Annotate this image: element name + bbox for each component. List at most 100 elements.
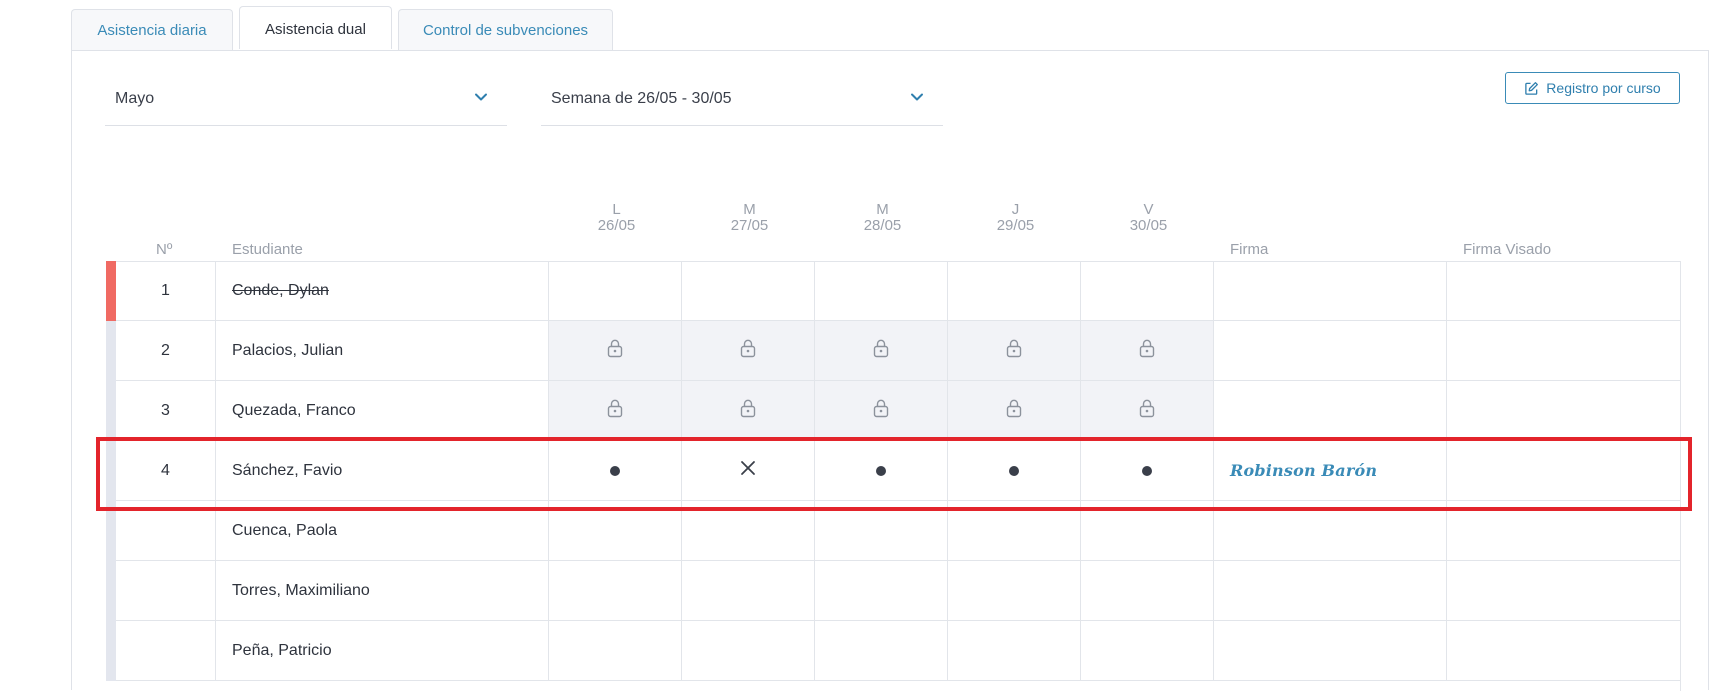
present-dot-icon xyxy=(1142,465,1152,476)
attendance-cell[interactable] xyxy=(815,501,948,560)
day-letter: V xyxy=(1143,201,1154,218)
attendance-cell xyxy=(1081,381,1214,440)
attendance-cell xyxy=(549,321,682,380)
attendance-cell[interactable] xyxy=(948,441,1081,500)
signature-text: Robinson Barón xyxy=(1230,461,1378,480)
row-indicator xyxy=(106,621,116,681)
row-number xyxy=(116,561,216,620)
day-letter: M xyxy=(743,201,756,218)
header-day-1: L 26/05 xyxy=(550,202,683,234)
firma-visado-cell[interactable] xyxy=(1447,381,1681,440)
header-day-4: J 29/05 xyxy=(949,202,1082,234)
absent-x-icon xyxy=(740,460,756,481)
attendance-cell xyxy=(815,321,948,380)
firma-visado-cell[interactable] xyxy=(1447,561,1681,620)
attendance-cell[interactable] xyxy=(682,261,815,320)
lock-icon xyxy=(872,398,890,423)
attendance-cell[interactable] xyxy=(549,561,682,620)
table-row: Peña, Patricio xyxy=(106,621,1681,681)
firma-visado-cell[interactable] xyxy=(1447,621,1681,680)
table-row: Cuenca, Paola xyxy=(106,501,1681,561)
attendance-cell[interactable] xyxy=(1081,561,1214,620)
lock-icon xyxy=(1005,338,1023,363)
header-student: Estudiante xyxy=(232,241,303,258)
student-name: Peña, Patricio xyxy=(216,621,549,680)
attendance-cell[interactable] xyxy=(815,261,948,320)
attendance-cell[interactable] xyxy=(1081,621,1214,680)
registro-por-curso-button[interactable]: Registro por curso xyxy=(1505,72,1680,104)
table-row: 2 Palacios, Julian xyxy=(106,321,1681,381)
student-name: Cuenca, Paola xyxy=(216,501,549,560)
attendance-cell[interactable] xyxy=(815,621,948,680)
header-firma-visado: Firma Visado xyxy=(1463,241,1552,258)
student-name: Quezada, Franco xyxy=(216,381,549,440)
row-indicator xyxy=(106,501,116,561)
firma-cell[interactable] xyxy=(1214,561,1447,620)
month-select[interactable]: Mayo xyxy=(105,56,507,126)
attendance-cell[interactable] xyxy=(682,501,815,560)
firma-cell[interactable] xyxy=(1214,321,1447,380)
row-indicator xyxy=(106,441,116,501)
attendance-cell[interactable] xyxy=(815,561,948,620)
day-date: 30/05 xyxy=(1129,217,1168,234)
table-row: 3 Quezada, Franco xyxy=(106,381,1681,441)
lock-icon xyxy=(739,398,757,423)
day-date: 27/05 xyxy=(730,217,769,234)
attendance-cell[interactable] xyxy=(682,441,815,500)
firma-visado-cell[interactable] xyxy=(1447,441,1681,500)
attendance-cell[interactable] xyxy=(682,621,815,680)
attendance-cell[interactable] xyxy=(1081,441,1214,500)
tab-asistencia-dual[interactable]: Asistencia dual xyxy=(239,6,392,49)
registro-por-curso-label: Registro por curso xyxy=(1546,80,1661,96)
firma-cell[interactable] xyxy=(1214,501,1447,560)
attendance-cell[interactable] xyxy=(948,501,1081,560)
attendance-cell xyxy=(948,381,1081,440)
tab-control-subvenciones[interactable]: Control de subvenciones xyxy=(398,9,613,50)
attendance-cell[interactable] xyxy=(549,621,682,680)
attendance-cell[interactable] xyxy=(549,501,682,560)
student-name: Palacios, Julian xyxy=(216,321,549,380)
attendance-cell[interactable] xyxy=(948,561,1081,620)
week-select[interactable]: Semana de 26/05 - 30/05 xyxy=(541,56,943,126)
row-number: 4 xyxy=(116,441,216,500)
attendance-cell[interactable] xyxy=(1081,261,1214,320)
day-letter: J xyxy=(1011,201,1020,218)
firma-cell[interactable] xyxy=(1214,621,1447,680)
attendance-cell xyxy=(682,381,815,440)
attendance-cell[interactable] xyxy=(948,261,1081,320)
tab-asistencia-diaria[interactable]: Asistencia diaria xyxy=(71,9,233,50)
row-number: 2 xyxy=(116,321,216,380)
attendance-cell xyxy=(1081,321,1214,380)
lock-icon xyxy=(1005,398,1023,423)
firma-cell[interactable] xyxy=(1214,381,1447,440)
attendance-cell[interactable] xyxy=(815,441,948,500)
lock-icon xyxy=(606,398,624,423)
attendance-cell[interactable] xyxy=(948,621,1081,680)
lock-icon xyxy=(606,338,624,363)
lock-icon xyxy=(1138,398,1156,423)
day-letter: M xyxy=(876,201,889,218)
attendance-cell[interactable] xyxy=(549,261,682,320)
student-name: Torres, Maximiliano xyxy=(216,561,549,620)
firma-cell[interactable] xyxy=(1214,261,1447,320)
firma-visado-cell[interactable] xyxy=(1447,321,1681,380)
withdrawn-indicator xyxy=(106,261,116,321)
firma-visado-cell[interactable] xyxy=(1447,501,1681,560)
row-indicator xyxy=(106,321,116,381)
attendance-cell[interactable] xyxy=(682,561,815,620)
month-select-value: Mayo xyxy=(115,90,155,107)
row-number xyxy=(116,501,216,560)
header-day-5: V 30/05 xyxy=(1082,202,1215,234)
present-dot-icon xyxy=(1009,465,1019,476)
attendance-cell xyxy=(682,321,815,380)
row-number: 3 xyxy=(116,381,216,440)
day-date: 29/05 xyxy=(996,217,1035,234)
attendance-cell[interactable] xyxy=(549,441,682,500)
firma-visado-cell[interactable] xyxy=(1447,261,1681,320)
attendance-cell[interactable] xyxy=(1081,501,1214,560)
firma-cell[interactable]: Robinson Barón xyxy=(1214,441,1447,500)
lock-icon xyxy=(739,338,757,363)
header-firma: Firma xyxy=(1230,241,1269,258)
attendance-cell xyxy=(948,321,1081,380)
table-right-border xyxy=(1680,261,1681,691)
